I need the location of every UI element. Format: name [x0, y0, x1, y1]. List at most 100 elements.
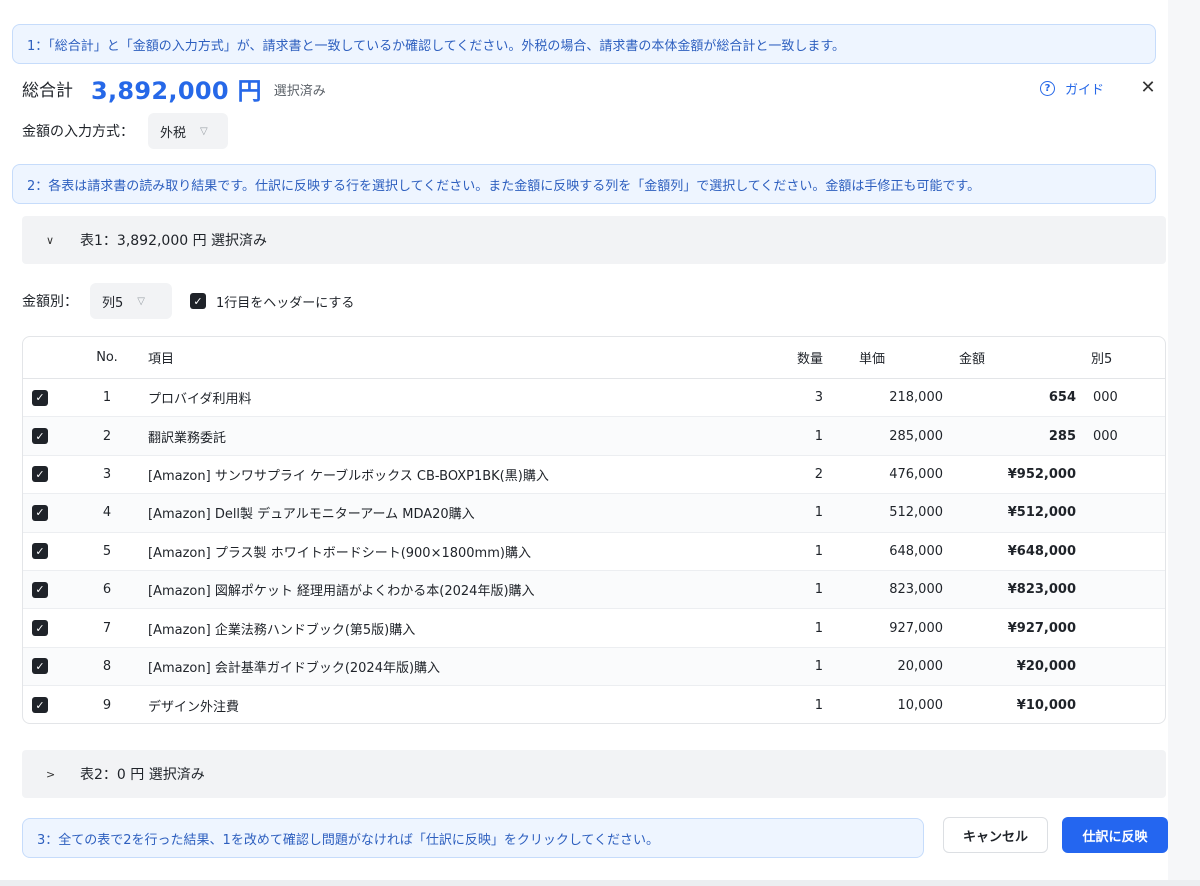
row-amount[interactable]: ¥512,000 [959, 494, 1076, 531]
column-header-col5: 別5 [1091, 352, 1113, 367]
page-bottom-border [0, 880, 1200, 886]
amount-column-value: 列5 [102, 295, 124, 311]
row-amount[interactable]: ¥952,000 [959, 456, 1076, 493]
table-2-header[interactable]: > 表2：0 円 選択済み [22, 750, 1166, 798]
chevron-down-icon: ▽ [137, 295, 145, 307]
row-checkbox[interactable]: ✓ [32, 533, 48, 570]
row-amount[interactable]: ¥927,000 [959, 609, 1076, 646]
amount-column-select[interactable]: 列5 ▽ [90, 283, 172, 319]
page-right-gutter [1168, 0, 1200, 886]
row-checkbox-box[interactable]: ✓ [32, 428, 48, 445]
hint-step-2: 2：各表は請求書の読み取り結果です。仕訳に反映する行を選択してください。また金額… [12, 164, 1156, 204]
row-price: 512,000 [889, 505, 943, 521]
table-row: ✓ 5 [Amazon] プラス製 ホワイトボードシート(900×1800mm)購入… [23, 533, 1165, 571]
row-item: デザイン外注費 [148, 699, 240, 715]
row-item: [Amazon] 企業法務ハンドブック(第5版)購入 [148, 622, 416, 638]
row-col5: 000 [1093, 390, 1118, 406]
table-row: ✓ 2 翻訳業務委託 1 285,000 285 000 [23, 417, 1165, 456]
column-header-no: No. [96, 350, 118, 365]
row-checkbox-box[interactable]: ✓ [32, 581, 48, 598]
row-col5 [1093, 494, 1151, 531]
row-price: 285,000 [889, 428, 943, 444]
table-header-row: No. 項目 数量 単価 金額 別5 [23, 337, 1165, 379]
chevron-down-icon: ∨ [46, 233, 55, 247]
column-header-item: 項目 [148, 352, 175, 367]
invoice-table-1: No. 項目 数量 単価 金額 別5 ✓ 1 プロバイダ利用料 3 218,000 654… [22, 336, 1166, 724]
table-row: ✓ 7 [Amazon] 企業法務ハンドブック(第5版)購入 1 927,000 ¥927… [23, 609, 1165, 648]
row-checkbox[interactable]: ✓ [32, 456, 48, 493]
row-amount[interactable]: ¥648,000 [959, 533, 1076, 570]
row-qty: 1 [814, 620, 823, 636]
row-amount[interactable]: ¥10,000 [959, 686, 1076, 723]
row-no: 9 [102, 697, 112, 713]
row-checkbox-box[interactable]: ✓ [32, 658, 48, 675]
table-row: ✓ 8 [Amazon] 会計基準ガイドブック(2024年版)購入 1 20,000 ¥2… [23, 647, 1165, 687]
row-qty: 1 [814, 428, 823, 444]
row-checkbox-box[interactable]: ✓ [32, 697, 48, 714]
row-item: [Amazon] サンワサプライ ケーブルボックス CB-BOXP1BK(黒)購… [148, 468, 549, 484]
amount-column-label: 金額別： [22, 294, 78, 310]
hint-step-3-text: 3：全ての表で2を行った結果、1を改めて確認し問題がなければ「仕訳に反映」をクリ… [37, 832, 660, 848]
hint-step-1-text: 1：「総合計」と「金額の入力方式」が、請求書と一致しているか確認してください。外… [27, 38, 846, 54]
row-checkbox-box[interactable]: ✓ [32, 389, 48, 406]
cancel-button[interactable]: キャンセル [943, 817, 1048, 853]
row-qty: 2 [814, 466, 823, 482]
row-col5 [1093, 648, 1151, 685]
row-qty: 1 [814, 582, 823, 598]
row-qty: 1 [814, 658, 823, 674]
row-checkbox-box[interactable]: ✓ [32, 620, 48, 637]
row-item: [Amazon] 会計基準ガイドブック(2024年版)購入 [148, 660, 441, 676]
row-no: 1 [102, 390, 112, 406]
hint-step-2-text: 2：各表は請求書の読み取り結果です。仕訳に反映する行を選択してください。また金額… [27, 178, 981, 194]
header-row-checkbox[interactable]: ✓ [190, 293, 206, 309]
table-row: ✓ 3 [Amazon] サンワサプライ ケーブルボックス CB-BOXP1BK(黒… [23, 456, 1165, 495]
row-price: 927,000 [889, 620, 943, 636]
row-item: [Amazon] 図解ポケット 経理用語がよくわかる本(2024年版)購入 [148, 584, 535, 600]
question-circle-icon: ? [1040, 80, 1055, 96]
table-1-title: 表1：3,892,000 円 選択済み [80, 233, 268, 249]
row-checkbox[interactable]: ✓ [32, 571, 48, 608]
apply-to-journal-button[interactable]: 仕訳に反映 [1062, 817, 1168, 853]
table-row: ✓ 1 プロバイダ利用料 3 218,000 654 000 [23, 379, 1165, 418]
input-mode-select[interactable]: 外税 ▽ [148, 113, 228, 149]
table-body: ✓ 1 プロバイダ利用料 3 218,000 654 000 ✓ 2 翻訳業務委託 1 285,000… [23, 379, 1165, 723]
row-item: プロバイダ利用料 [148, 392, 252, 408]
input-mode-row: 金額の入力方式： 外税 ▽ [22, 112, 228, 150]
close-icon: ✕ [1140, 76, 1156, 98]
header-row-label: 1行目をヘッダーにする [216, 295, 355, 311]
chevron-down-icon: ▽ [200, 125, 208, 137]
total-amount: 3,892,000 円 [91, 76, 262, 105]
row-price: 218,000 [889, 390, 943, 406]
total-summary: 総合計 3,892,000 円 選択済み [22, 70, 326, 106]
row-price: 823,000 [889, 582, 943, 598]
row-checkbox[interactable]: ✓ [32, 494, 48, 531]
amount-column-row: 金額別： 列5 ▽ ✓ 1行目をヘッダーにする [22, 282, 354, 320]
row-checkbox-box[interactable]: ✓ [32, 543, 48, 560]
row-amount[interactable]: 285 [959, 417, 1076, 454]
row-checkbox[interactable]: ✓ [32, 379, 48, 416]
row-col5 [1093, 456, 1151, 493]
guide-link[interactable]: ? ガイド [1040, 78, 1104, 98]
row-qty: 1 [814, 543, 823, 559]
row-amount[interactable]: 654 [959, 379, 1076, 416]
row-checkbox[interactable]: ✓ [32, 417, 48, 454]
header-row-toggle[interactable]: ✓ 1行目をヘッダーにする [190, 292, 354, 311]
row-no: 2 [102, 428, 112, 444]
row-qty: 3 [814, 390, 823, 406]
close-button[interactable]: ✕ [1138, 76, 1158, 98]
row-col5 [1093, 686, 1151, 723]
row-checkbox-box[interactable]: ✓ [32, 466, 48, 483]
row-checkbox[interactable]: ✓ [32, 686, 48, 723]
row-no: 7 [102, 620, 112, 636]
row-qty: 1 [814, 697, 823, 713]
row-col5 [1093, 533, 1151, 570]
row-amount[interactable]: ¥823,000 [959, 571, 1076, 608]
table-1-header[interactable]: ∨ 表1：3,892,000 円 選択済み [22, 216, 1166, 264]
row-amount[interactable]: ¥20,000 [959, 648, 1076, 685]
input-mode-label: 金額の入力方式： [22, 124, 134, 140]
row-checkbox[interactable]: ✓ [32, 648, 48, 685]
row-checkbox-box[interactable]: ✓ [32, 504, 48, 521]
row-checkbox[interactable]: ✓ [32, 609, 48, 646]
column-header-price: 単価 [859, 352, 886, 367]
row-col5 [1093, 609, 1151, 646]
